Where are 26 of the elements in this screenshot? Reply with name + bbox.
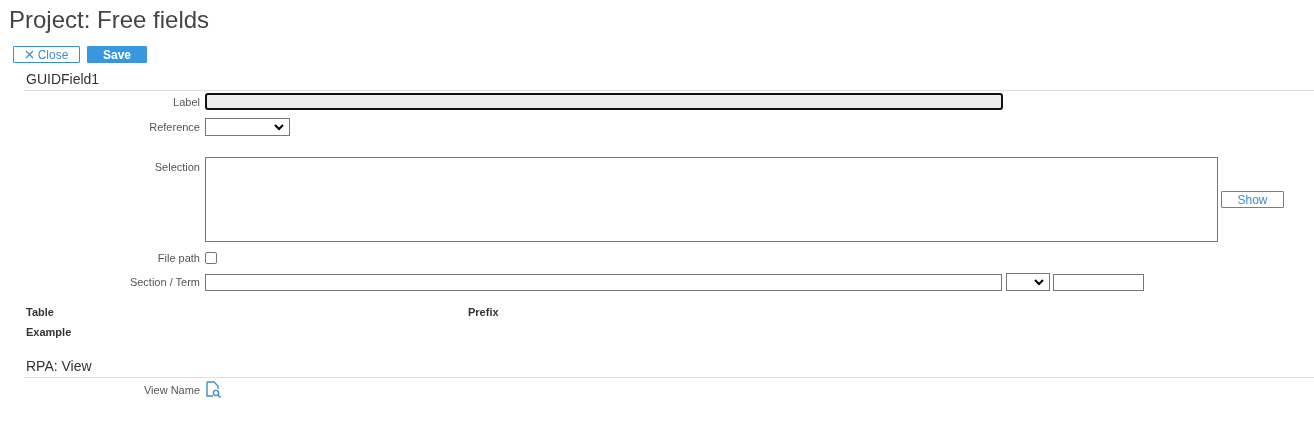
show-button[interactable]: Show [1221, 191, 1284, 208]
field-label: Label [172, 95, 201, 108]
field-label: Section / Term [128, 276, 201, 288]
info-label: Prefix [468, 306, 499, 318]
close-button[interactable]: Close [13, 46, 80, 63]
field-label: Selection [153, 160, 201, 173]
section-field[interactable] [205, 273, 1002, 291]
field-label: Reference [148, 121, 201, 133]
term-field[interactable] [1053, 273, 1144, 291]
document-search-icon[interactable] [205, 381, 222, 398]
term-dropdown[interactable] [1006, 273, 1050, 291]
section-heading: RPA: View [24, 357, 1314, 378]
chevron-icon [1034, 278, 1044, 286]
section-heading: GUIDField1 [24, 70, 1314, 91]
save-button[interactable]: Save [87, 46, 147, 63]
field-label: View Name [142, 383, 201, 396]
info-label: Example [26, 326, 73, 338]
selection-field[interactable] [205, 157, 1218, 242]
file-path-checkbox[interactable] [205, 252, 217, 264]
label-field[interactable] [205, 93, 1003, 110]
chevron-icon [274, 123, 284, 131]
page-title: Project: Free fields [8, 5, 211, 35]
field-label: File path [156, 252, 201, 264]
close-icon [24, 50, 34, 59]
info-label: Table [26, 306, 55, 318]
reference-dropdown[interactable] [205, 118, 290, 136]
